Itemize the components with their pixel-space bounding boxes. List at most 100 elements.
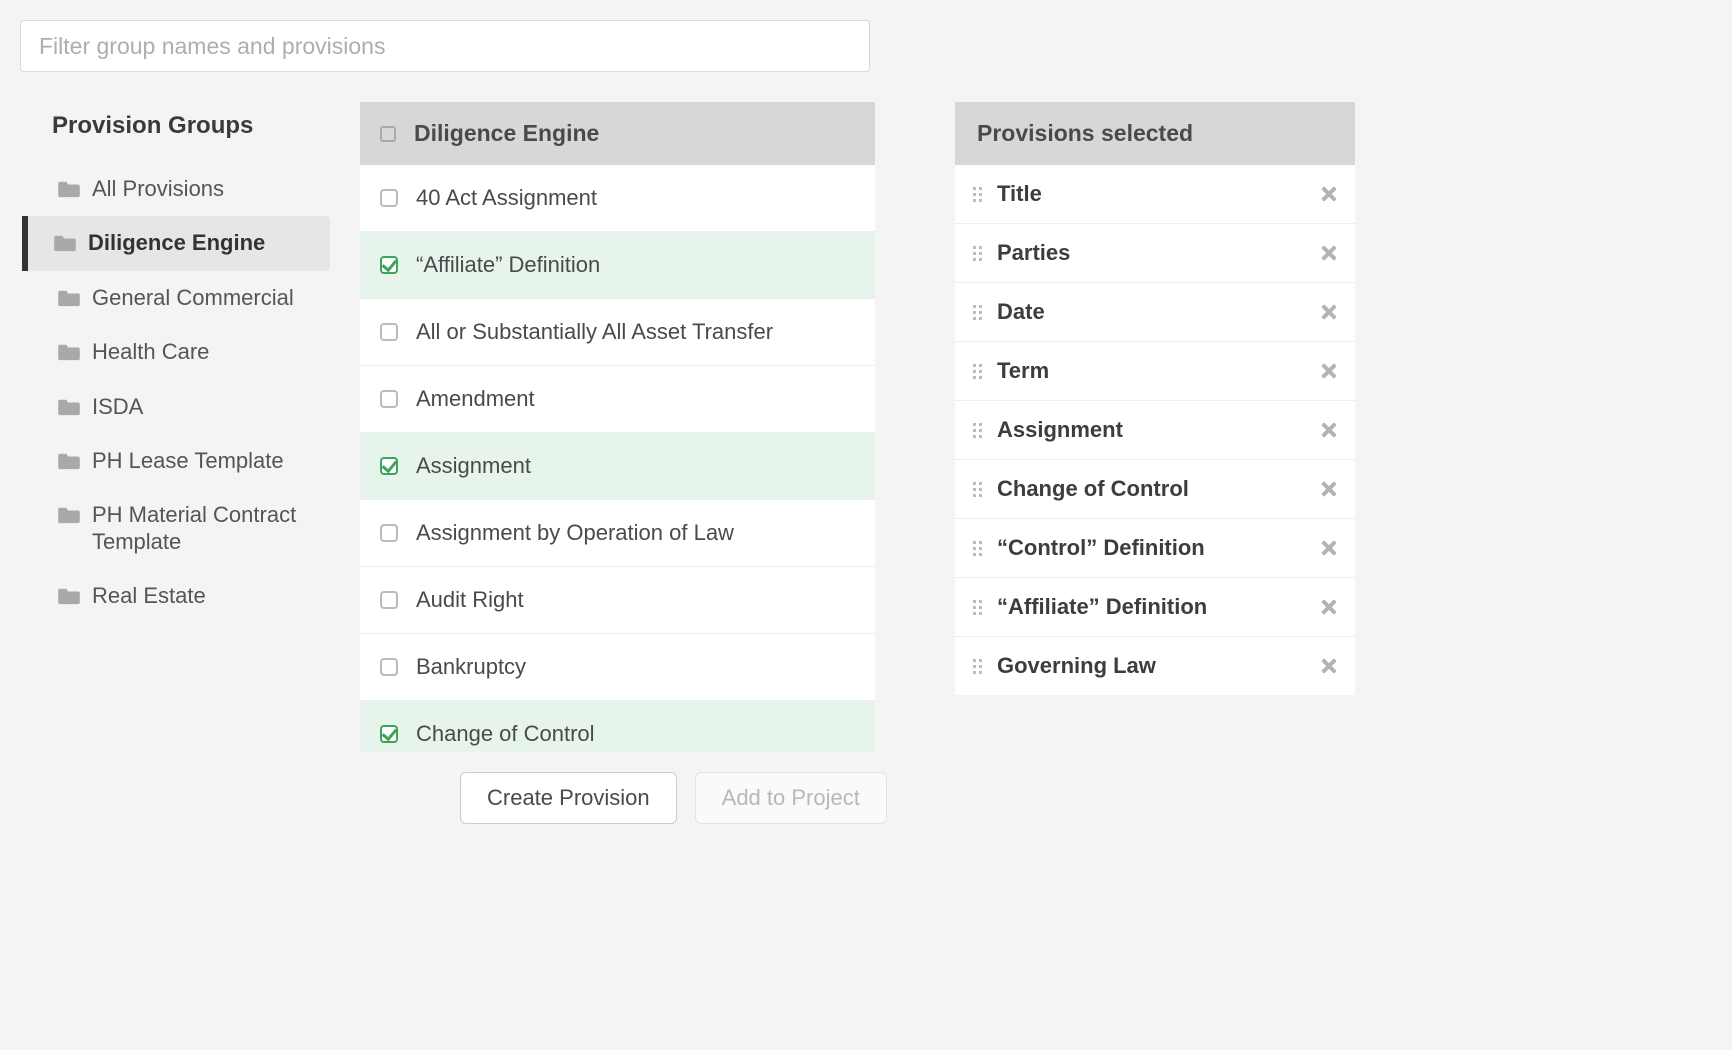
- remove-icon[interactable]: [1319, 244, 1337, 262]
- folder-icon: [54, 234, 76, 252]
- remove-icon[interactable]: [1319, 480, 1337, 498]
- provision-item-label: 40 Act Assignment: [416, 185, 597, 211]
- sidebar-item[interactable]: Real Estate: [50, 569, 330, 623]
- provision-item-label: Bankruptcy: [416, 654, 526, 680]
- provision-item-label: Assignment: [416, 453, 531, 479]
- provisions-panel-title: Diligence Engine: [414, 120, 599, 147]
- provision-item-label: All or Substantially All Asset Transfer: [416, 319, 773, 345]
- selected-item: Assignment: [955, 401, 1355, 460]
- provision-item-label: Assignment by Operation of Law: [416, 520, 734, 546]
- drag-handle-icon[interactable]: [973, 600, 983, 615]
- selected-panel: Provisions selected Title Parties Date Term…: [955, 102, 1355, 695]
- provision-item[interactable]: Assignment: [360, 433, 875, 500]
- folder-icon: [58, 587, 80, 605]
- provision-item[interactable]: All or Substantially All Asset Transfer: [360, 299, 875, 366]
- selected-panel-header: Provisions selected: [955, 102, 1355, 165]
- selected-item: Parties: [955, 224, 1355, 283]
- provisions-scroll[interactable]: 40 Act Assignment “Affiliate” Definition A…: [360, 165, 875, 752]
- drag-handle-icon[interactable]: [973, 305, 983, 320]
- drag-handle-icon[interactable]: [973, 659, 983, 674]
- provision-item[interactable]: Change of Control: [360, 701, 875, 752]
- selected-item: Term: [955, 342, 1355, 401]
- provision-item[interactable]: Audit Right: [360, 567, 875, 634]
- sidebar-item-label: ISDA: [92, 394, 143, 420]
- provision-item[interactable]: “Affiliate” Definition: [360, 232, 875, 299]
- sidebar-item[interactable]: Diligence Engine: [22, 216, 330, 270]
- remove-icon[interactable]: [1319, 421, 1337, 439]
- remove-icon[interactable]: [1319, 539, 1337, 557]
- folder-icon: [58, 343, 80, 361]
- remove-icon[interactable]: [1319, 657, 1337, 675]
- provisions-panel: Diligence Engine 40 Act Assignment “Affil…: [360, 102, 875, 752]
- selected-item: Date: [955, 283, 1355, 342]
- sidebar-item-label: Health Care: [92, 339, 209, 365]
- provision-item[interactable]: 40 Act Assignment: [360, 165, 875, 232]
- sidebar-item[interactable]: Health Care: [50, 325, 330, 379]
- select-all-checkbox[interactable]: [380, 126, 396, 142]
- selected-item-label: Governing Law: [997, 653, 1319, 679]
- provision-item[interactable]: Assignment by Operation of Law: [360, 500, 875, 567]
- checkbox-icon[interactable]: [380, 524, 398, 542]
- provision-item-label: Audit Right: [416, 587, 524, 613]
- selected-item-label: Date: [997, 299, 1319, 325]
- provision-item[interactable]: Amendment: [360, 366, 875, 433]
- sidebar-title: Provision Groups: [52, 112, 330, 140]
- drag-handle-icon[interactable]: [973, 187, 983, 202]
- folder-icon: [58, 289, 80, 307]
- drag-handle-icon[interactable]: [973, 364, 983, 379]
- sidebar-item-label: PH Material Contract Template: [92, 502, 318, 555]
- create-provision-button[interactable]: Create Provision: [460, 772, 677, 824]
- checkbox-checked-icon[interactable]: [380, 725, 398, 743]
- folder-icon: [58, 452, 80, 470]
- checkbox-icon[interactable]: [380, 323, 398, 341]
- selected-item-label: Assignment: [997, 417, 1319, 443]
- sidebar-item[interactable]: PH Lease Template: [50, 434, 330, 488]
- selected-item: Governing Law: [955, 637, 1355, 695]
- selected-item-label: Change of Control: [997, 476, 1319, 502]
- provision-item-label: Amendment: [416, 386, 535, 412]
- checkbox-icon[interactable]: [380, 189, 398, 207]
- checkbox-checked-icon[interactable]: [380, 256, 398, 274]
- drag-handle-icon[interactable]: [973, 541, 983, 556]
- selected-item-label: “Control” Definition: [997, 535, 1319, 561]
- sidebar-item-label: PH Lease Template: [92, 448, 284, 474]
- drag-handle-icon[interactable]: [973, 482, 983, 497]
- sidebar-item-label: Real Estate: [92, 583, 206, 609]
- folder-icon: [58, 398, 80, 416]
- drag-handle-icon[interactable]: [973, 423, 983, 438]
- drag-handle-icon[interactable]: [973, 246, 983, 261]
- provision-groups-sidebar: Provision Groups All Provisions Diligence…: [20, 102, 330, 624]
- remove-icon[interactable]: [1319, 303, 1337, 321]
- selected-item-label: Term: [997, 358, 1319, 384]
- remove-icon[interactable]: [1319, 362, 1337, 380]
- selected-item: “Affiliate” Definition: [955, 578, 1355, 637]
- selected-item: Change of Control: [955, 460, 1355, 519]
- folder-icon: [58, 180, 80, 198]
- provision-item[interactable]: Bankruptcy: [360, 634, 875, 701]
- provision-item-label: “Affiliate” Definition: [416, 252, 600, 278]
- filter-input[interactable]: [20, 20, 870, 72]
- checkbox-icon[interactable]: [380, 658, 398, 676]
- remove-icon[interactable]: [1319, 185, 1337, 203]
- selected-item: “Control” Definition: [955, 519, 1355, 578]
- sidebar-item[interactable]: General Commercial: [50, 271, 330, 325]
- sidebar-item[interactable]: All Provisions: [50, 162, 330, 216]
- remove-icon[interactable]: [1319, 598, 1337, 616]
- sidebar-item-label: All Provisions: [92, 176, 224, 202]
- footer: Create Provision Add to Project: [460, 752, 1712, 842]
- selected-item-label: Parties: [997, 240, 1319, 266]
- sidebar-item-label: General Commercial: [92, 285, 294, 311]
- checkbox-icon[interactable]: [380, 390, 398, 408]
- selected-item-label: “Affiliate” Definition: [997, 594, 1319, 620]
- checkbox-checked-icon[interactable]: [380, 457, 398, 475]
- sidebar-item-label: Diligence Engine: [88, 230, 265, 256]
- selected-item-label: Title: [997, 181, 1319, 207]
- folder-icon: [58, 506, 80, 524]
- checkbox-icon[interactable]: [380, 591, 398, 609]
- provision-item-label: Change of Control: [416, 721, 595, 747]
- selected-item: Title: [955, 165, 1355, 224]
- provisions-panel-header: Diligence Engine: [360, 102, 875, 165]
- add-to-project-button: Add to Project: [695, 772, 887, 824]
- sidebar-item[interactable]: PH Material Contract Template: [50, 488, 330, 569]
- sidebar-item[interactable]: ISDA: [50, 380, 330, 434]
